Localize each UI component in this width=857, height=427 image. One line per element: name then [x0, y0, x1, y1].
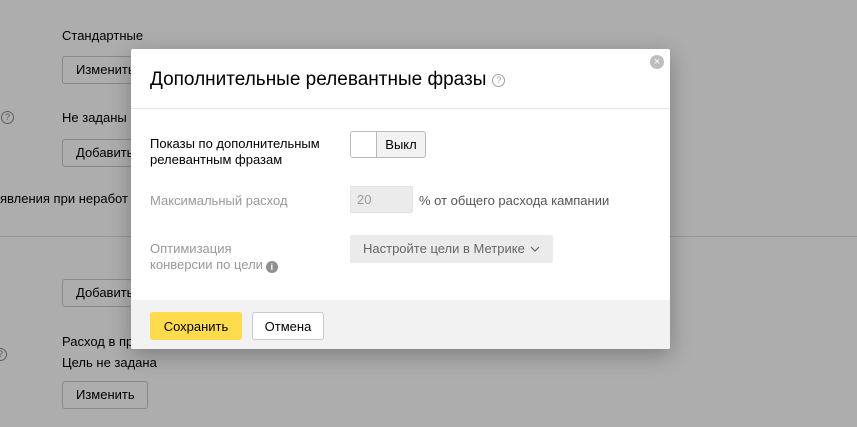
question-icon[interactable]: ?: [492, 73, 506, 87]
dialog-header: Дополнительные релевантные фразы ? ×: [131, 49, 670, 109]
dialog-footer: Сохранить Отмена: [131, 300, 670, 349]
info-icon[interactable]: i: [265, 261, 278, 273]
dialog-title-text: Дополнительные релевантные фразы: [150, 69, 487, 90]
max-spend-label: Максимальный расход: [150, 193, 288, 208]
save-button[interactable]: Сохранить: [150, 312, 242, 340]
toggle-knob[interactable]: [351, 132, 377, 157]
goal-select[interactable]: Настройте цели в Метрике: [350, 235, 553, 263]
chevron-down-icon: [530, 235, 540, 263]
optimization-label-line1: Оптимизация: [150, 241, 232, 256]
optimization-label-line2: конверсии по цели i: [150, 257, 278, 273]
dialog-title: Дополнительные релевантные фразы ?: [150, 69, 506, 91]
goal-select-value: Настройте цели в Метрике: [363, 241, 525, 256]
optimization-label: Оптимизация конверсии по цели i: [150, 241, 278, 273]
toggle-state: Выкл: [385, 137, 417, 152]
close-icon[interactable]: ×: [650, 55, 664, 69]
cancel-button[interactable]: Отмена: [252, 312, 324, 340]
shows-label: Показы по дополнительным релевантным фра…: [150, 136, 320, 167]
max-spend-input[interactable]: [350, 186, 413, 213]
optimization-label-line2-text: конверсии по цели: [150, 257, 263, 272]
max-spend-suffix: % от общего расхода кампании: [419, 193, 610, 208]
shows-toggle[interactable]: Выкл: [350, 131, 426, 158]
relevant-phrases-dialog: Дополнительные релевантные фразы ? × Пок…: [131, 49, 670, 349]
